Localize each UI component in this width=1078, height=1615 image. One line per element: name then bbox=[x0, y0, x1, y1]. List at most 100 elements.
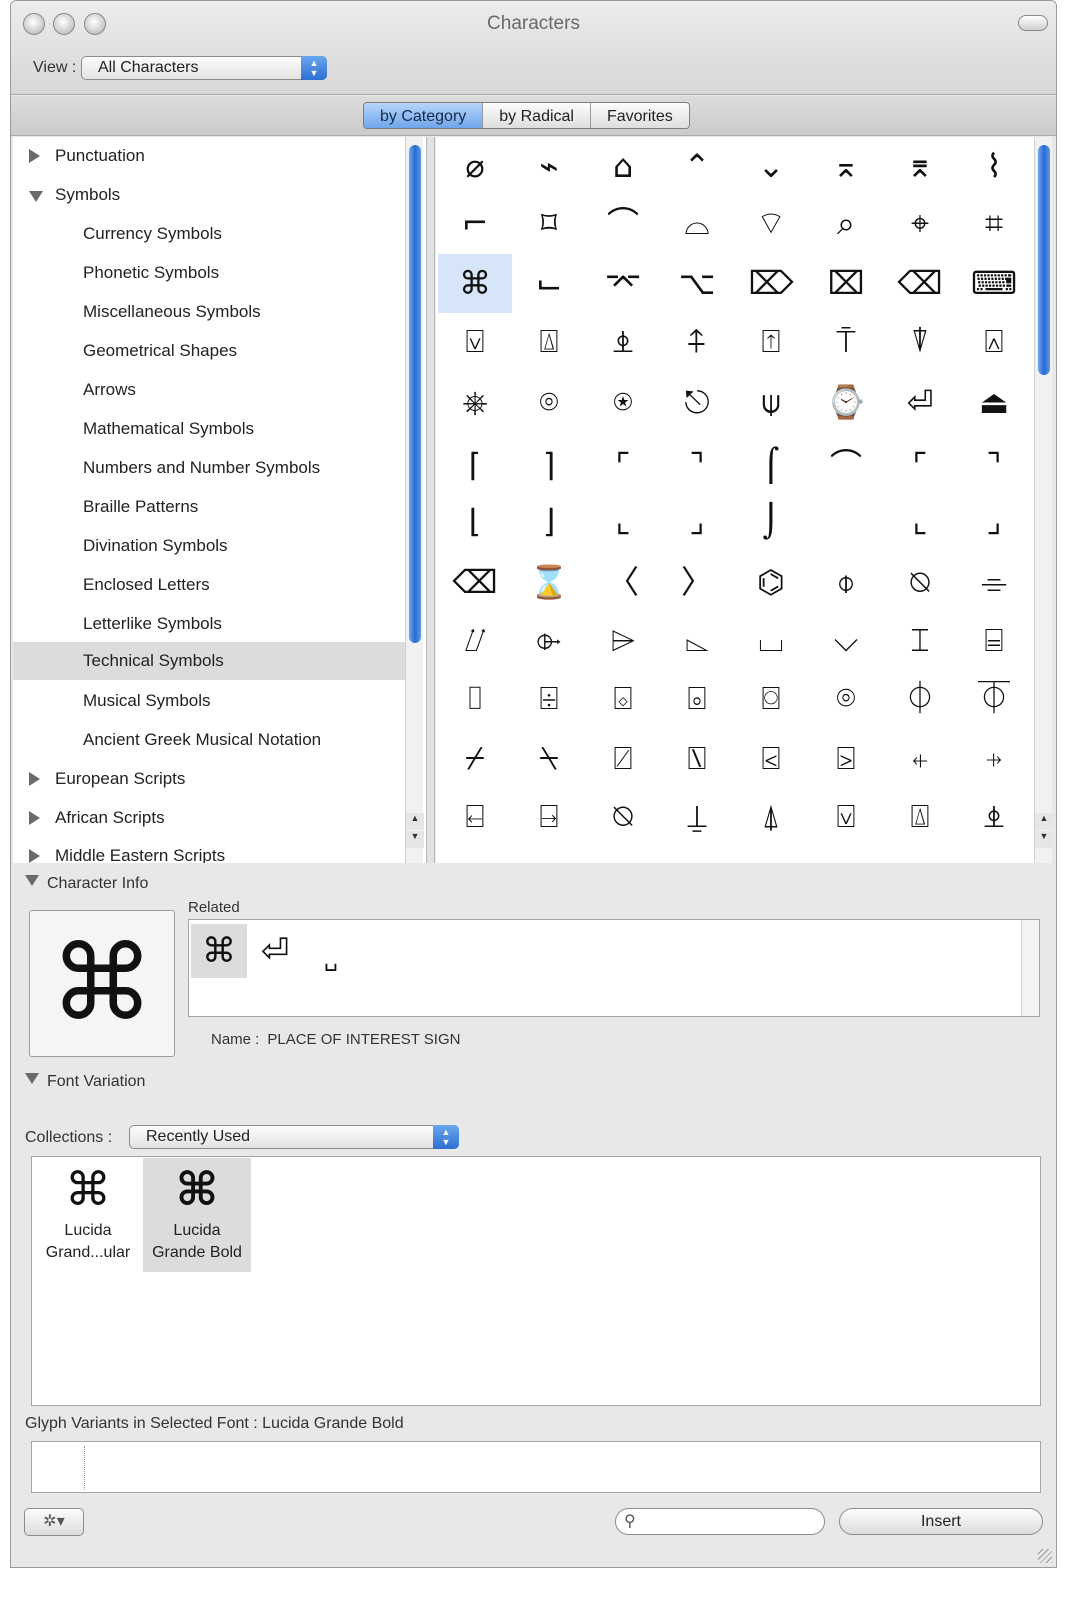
character-cell[interactable]: ⍑ bbox=[809, 312, 883, 371]
sidebar-item-musical-symbols[interactable]: Musical Symbols bbox=[13, 682, 405, 720]
character-cell[interactable]: ⌧ bbox=[809, 254, 883, 313]
character-cell[interactable]: ⌖ bbox=[883, 194, 957, 253]
disclosure-triangle-icon[interactable] bbox=[29, 191, 43, 202]
sidebar-item-miscellaneous-symbols[interactable]: Miscellaneous Symbols bbox=[13, 293, 405, 331]
character-cell[interactable]: ⌶ bbox=[883, 611, 957, 670]
character-cell[interactable]: ⍉ bbox=[586, 787, 660, 846]
character-cell[interactable]: ⍁ bbox=[586, 729, 660, 788]
sidebar-item-middle-eastern-scripts[interactable]: Middle Eastern Scripts bbox=[13, 837, 405, 863]
sidebar-item-currency-symbols[interactable]: Currency Symbols bbox=[13, 215, 405, 253]
character-cell[interactable]: ⌨ bbox=[957, 254, 1031, 313]
gear-icon[interactable]: ✲▾ bbox=[24, 1508, 84, 1536]
disclosure-triangle-icon[interactable] bbox=[29, 772, 40, 786]
sidebar-item-punctuation[interactable]: Punctuation bbox=[13, 137, 405, 175]
character-cell[interactable]: ⍉ bbox=[883, 553, 957, 612]
character-cell[interactable]: ⌝ ⌟ bbox=[660, 435, 734, 553]
scroll-up-arrow-icon[interactable]: ▲ bbox=[406, 813, 424, 830]
sidebar-item-ancient-greek-musical-notation[interactable]: Ancient Greek Musical Notation bbox=[13, 721, 405, 759]
character-cell[interactable]: ⏁ bbox=[957, 669, 1031, 728]
scroll-up-arrow-icon[interactable]: ▲ bbox=[1035, 813, 1053, 830]
character-cell[interactable]: ⌫ bbox=[883, 254, 957, 313]
character-cell[interactable]: ⍐ bbox=[734, 312, 808, 371]
character-cell[interactable]: ⍌ bbox=[809, 787, 883, 846]
character-cell[interactable]: ⌯ bbox=[957, 553, 1031, 612]
sidebar-scroll-thumb[interactable] bbox=[409, 145, 421, 643]
search-input[interactable]: ⚲ bbox=[615, 1508, 825, 1535]
font-item-selected[interactable]: ⌘ Lucida Grande Bold bbox=[143, 1158, 251, 1272]
character-cell[interactable]: ⍎ bbox=[957, 787, 1031, 846]
character-cell[interactable]: ⌲ bbox=[586, 611, 660, 670]
character-cell[interactable]: ⌒ bbox=[586, 194, 660, 253]
character-cell[interactable]: ⌛ bbox=[512, 553, 586, 612]
tab-by-radical[interactable]: by Radical bbox=[483, 103, 591, 128]
character-cell[interactable]: ⌿ bbox=[438, 729, 512, 788]
sidebar-item-african-scripts[interactable]: African Scripts bbox=[13, 799, 405, 837]
character-info-header[interactable]: Character Info bbox=[25, 875, 148, 893]
collections-popup[interactable]: Recently Used ▲ ▼ bbox=[129, 1125, 459, 1149]
character-cell[interactable]: ⌹ bbox=[512, 669, 586, 728]
character-cell[interactable]: ⍃ bbox=[734, 729, 808, 788]
character-cell[interactable]: ⌦ bbox=[734, 254, 808, 313]
sidebar-item-letterlike-symbols[interactable]: Letterlike Symbols bbox=[13, 605, 405, 643]
character-cell[interactable]: ⌜ ⌞ bbox=[586, 435, 660, 553]
character-cell[interactable]: ⌽ bbox=[809, 553, 883, 612]
character-cell[interactable]: ⍊ bbox=[660, 787, 734, 846]
character-cell[interactable]: ⎈ bbox=[438, 373, 512, 432]
character-cell[interactable]: ⌘ bbox=[438, 254, 512, 313]
character-cell[interactable]: ⌑ bbox=[512, 194, 586, 253]
character-cell[interactable]: ⌅ bbox=[809, 137, 883, 196]
sidebar-item-technical-symbols[interactable]: Technical Symbols bbox=[13, 642, 405, 680]
character-cell[interactable]: ⌫ bbox=[438, 553, 512, 612]
font-variation-header[interactable]: Font Variation bbox=[25, 1073, 145, 1091]
character-cell[interactable]: ⌠ ⌡ bbox=[734, 435, 808, 553]
sidebar-item-phonetic-symbols[interactable]: Phonetic Symbols bbox=[13, 254, 405, 292]
character-cell[interactable]: ⌺ bbox=[586, 669, 660, 728]
sidebar-item-arrows[interactable]: Arrows bbox=[13, 371, 405, 409]
sidebar-scrollbar[interactable]: ▲ ▼ bbox=[405, 137, 424, 863]
character-cell[interactable]: ⌔ bbox=[734, 194, 808, 253]
tab-favorites[interactable]: Favorites bbox=[590, 103, 689, 128]
disclosure-triangle-icon[interactable] bbox=[29, 811, 40, 825]
character-cell[interactable]: ⌸ bbox=[957, 611, 1031, 670]
character-cell[interactable]: ⌈ ⌊ bbox=[438, 435, 512, 553]
scroll-down-arrow-icon[interactable]: ▼ bbox=[406, 831, 424, 848]
character-cell[interactable]: ⌚ bbox=[809, 373, 883, 432]
character-cell[interactable]: ⏀ bbox=[883, 669, 957, 728]
sidebar-item-mathematical-symbols[interactable]: Mathematical Symbols bbox=[13, 410, 405, 448]
related-scrollbar[interactable] bbox=[1021, 920, 1039, 1016]
character-cell[interactable]: ⍂ bbox=[660, 729, 734, 788]
disclosure-triangle-icon[interactable] bbox=[25, 875, 39, 886]
grid-scroll-thumb[interactable] bbox=[1038, 145, 1050, 375]
disclosure-triangle-icon[interactable] bbox=[29, 149, 40, 163]
character-cell[interactable]: ⍆ bbox=[957, 729, 1031, 788]
character-cell[interactable]: ⍏ bbox=[660, 312, 734, 371]
character-cell[interactable]: ⌾ bbox=[512, 373, 586, 432]
character-cell[interactable]: ⌇ bbox=[957, 137, 1031, 196]
toolbar-toggle-button[interactable] bbox=[1018, 15, 1048, 31]
character-cell[interactable]: ⌉ ⌋ bbox=[512, 435, 586, 553]
character-cell[interactable]: ⌤ bbox=[586, 254, 660, 313]
sidebar-item-divination-symbols[interactable]: Divination Symbols bbox=[13, 527, 405, 565]
character-cell[interactable]: ⍎ bbox=[586, 312, 660, 371]
resize-grip-icon[interactable] bbox=[1038, 1549, 1052, 1563]
character-cell[interactable]: ⏏ bbox=[957, 373, 1031, 432]
character-cell[interactable]: ⌵ bbox=[809, 611, 883, 670]
character-cell[interactable]: ⌾ bbox=[809, 669, 883, 728]
disclosure-triangle-icon[interactable] bbox=[29, 849, 40, 863]
character-cell[interactable]: ⌒ bbox=[809, 435, 883, 553]
character-cell[interactable]: ⌥ bbox=[660, 254, 734, 313]
character-cell[interactable]: ⌄ bbox=[734, 137, 808, 196]
character-cell[interactable]: ⌙ bbox=[512, 254, 586, 313]
character-cell[interactable]: ⍈ bbox=[512, 787, 586, 846]
character-cell[interactable]: ⏎ bbox=[883, 373, 957, 432]
character-cell[interactable]: ⌰ bbox=[438, 611, 512, 670]
sidebar-item-geometrical-shapes[interactable]: Geometrical Shapes bbox=[13, 332, 405, 370]
character-cell[interactable]: ⍟ bbox=[586, 373, 660, 432]
sidebar-item-symbols[interactable]: Symbols bbox=[13, 176, 405, 214]
font-item[interactable]: ⌘ Lucida Grand...ular bbox=[34, 1158, 142, 1272]
character-cell[interactable]: ⌴ bbox=[734, 611, 808, 670]
disclosure-triangle-icon[interactable] bbox=[25, 1073, 39, 1084]
character-cell[interactable]: ⍄ bbox=[809, 729, 883, 788]
character-cell[interactable]: ⍦ bbox=[734, 373, 808, 432]
character-cell[interactable]: ⌁ bbox=[512, 137, 586, 196]
